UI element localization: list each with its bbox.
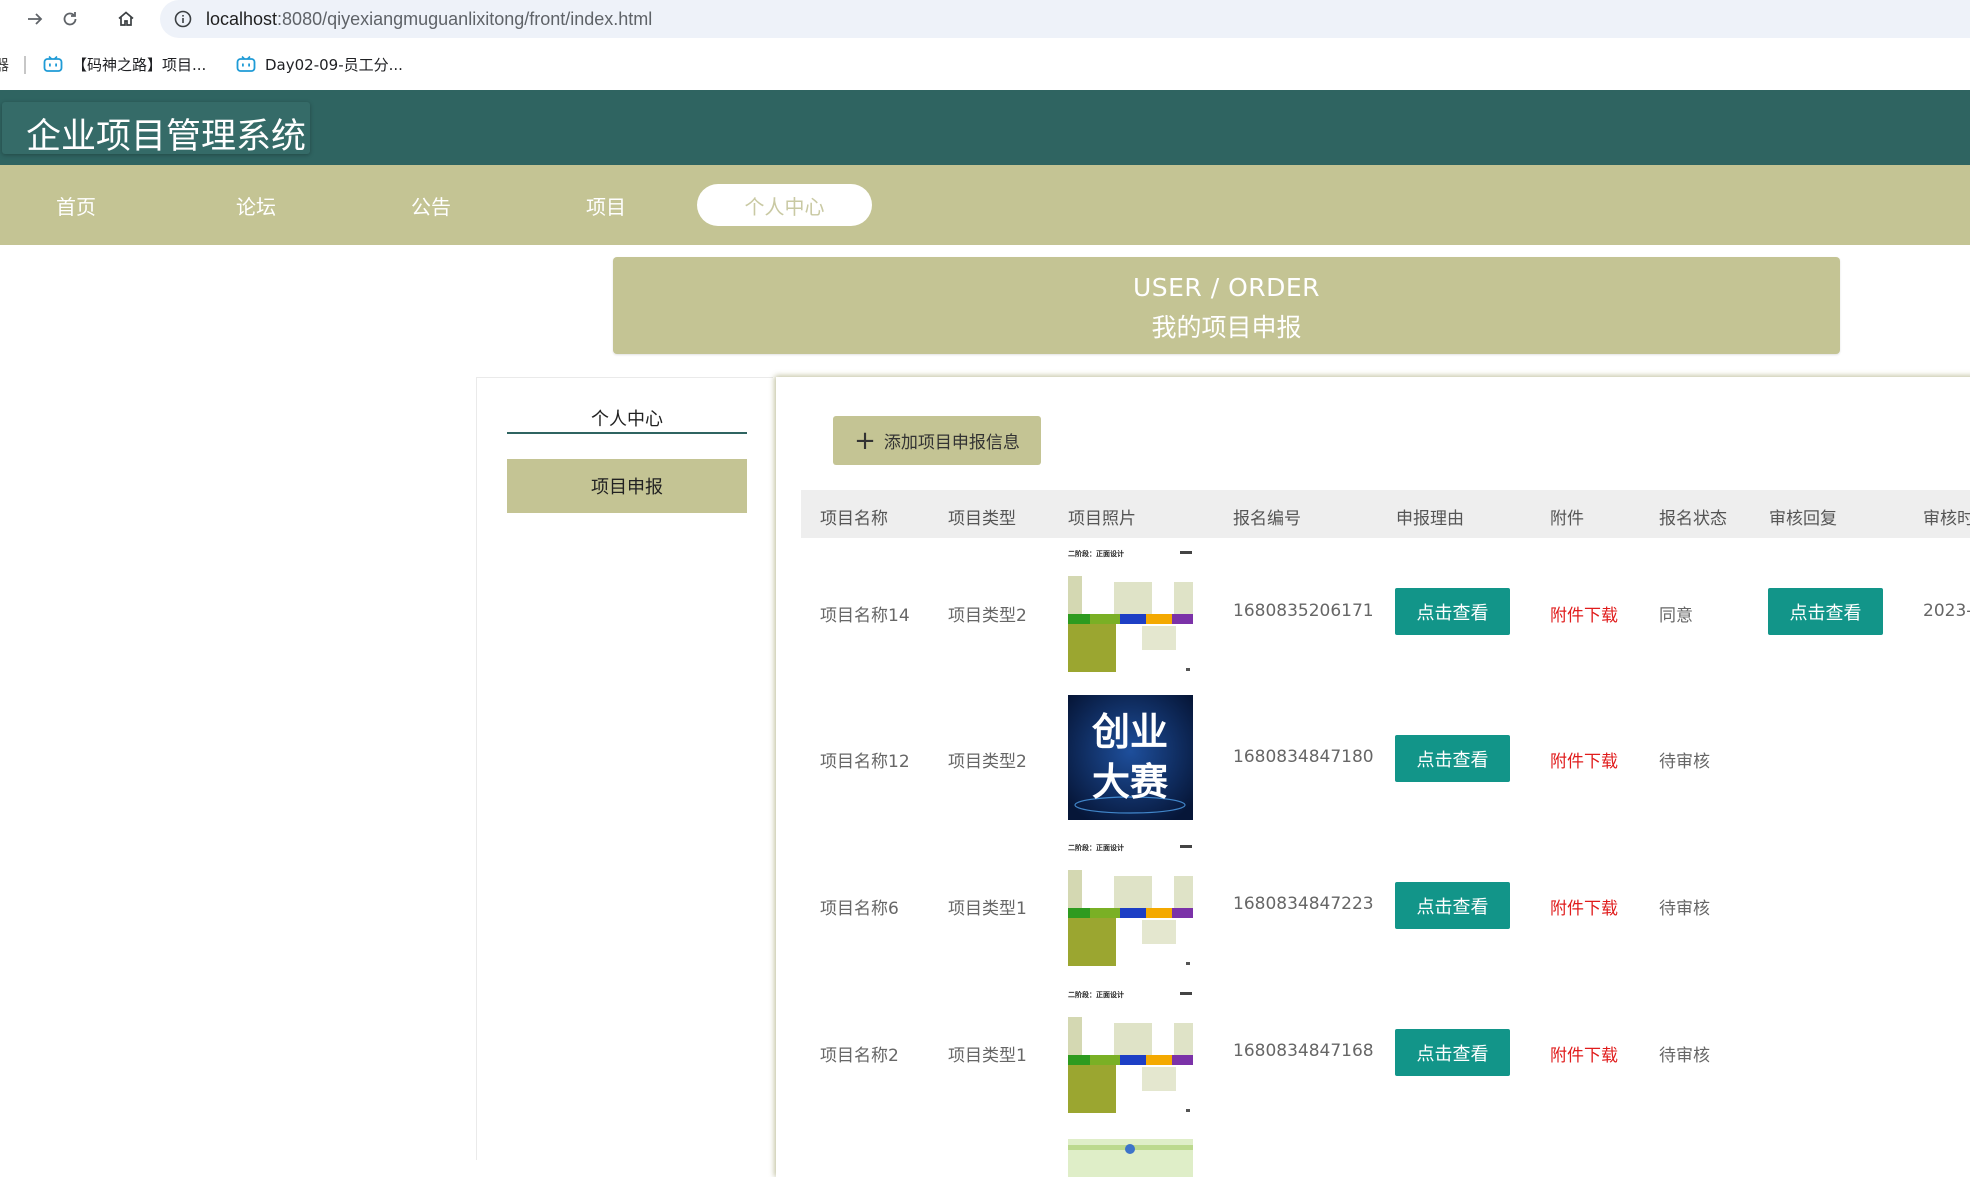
home-button[interactable] — [113, 6, 139, 32]
view-reply-button[interactable]: 点击查看 — [1768, 588, 1883, 635]
table-row: 项目名称14 项目类型2 二阶段：正面设计 1680835206171 点击查看… — [801, 538, 1970, 685]
side-item-project-apply[interactable]: 项目申报 — [507, 459, 747, 513]
project-photo-partial[interactable] — [1068, 1139, 1193, 1177]
arrow-right-icon — [28, 13, 43, 25]
poster-text-line1: 创业 — [1092, 710, 1168, 754]
cell-name: 项目名称2 — [820, 1046, 899, 1066]
content-panel: + 添加项目申报信息 项目名称 项目类型 项目照片 报名编号 申报理由 附件 报… — [776, 377, 1970, 1177]
view-reason-button[interactable]: 点击查看 — [1395, 735, 1510, 782]
table-row: 项目名称2 项目类型1 二阶段：正面设计 1680834847168 点击查看 … — [801, 979, 1970, 1126]
bilibili-icon — [43, 55, 63, 72]
view-reason-button[interactable]: 点击查看 — [1395, 882, 1510, 929]
side-menu: 个人中心 项目申报 — [476, 377, 773, 1160]
bookmark-label: Day02-09-员工分... — [265, 55, 403, 74]
reload-icon — [63, 12, 77, 26]
photo-caption: 二阶段：正面设计 — [1068, 990, 1124, 999]
reload-button[interactable] — [57, 6, 83, 32]
cell-type: 项目类型2 — [948, 606, 1027, 626]
poster-text-line2: 大赛 — [1092, 760, 1169, 804]
attachment-download-link[interactable]: 附件下载 — [1550, 894, 1618, 919]
apps-shortcut[interactable]: 器 — [0, 54, 9, 75]
bookmark-label: 【码神之路】项目... — [72, 55, 207, 74]
photo-caption: 二阶段：正面设计 — [1068, 843, 1124, 852]
cell-status: 待审核 — [1659, 899, 1710, 919]
site-logo-box[interactable]: 企业项目管理系统 — [2, 102, 310, 157]
project-photo-poster[interactable]: 创业 大赛 — [1068, 695, 1193, 820]
cell-review-time: 2023-0 — [1923, 601, 1970, 621]
side-item-user-center[interactable]: 个人中心 — [507, 403, 747, 434]
col-header: 附件 — [1550, 509, 1584, 529]
attachment-download-link[interactable]: 附件下载 — [1550, 1041, 1618, 1066]
view-reason-button[interactable]: 点击查看 — [1395, 588, 1510, 635]
col-header: 报名状态 — [1659, 509, 1727, 529]
bookmarks-bar: 器 【码神之路】项目... Day02-09-员工分... — [0, 46, 1970, 82]
project-photo-flowchart[interactable]: 二阶段：正面设计 — [1068, 548, 1193, 673]
page-title: 我的项目申报 — [1151, 313, 1302, 342]
url-path: :8080/qiyexiangmuguanlixitong/front/inde… — [277, 8, 653, 29]
col-header: 审核时 — [1923, 509, 1970, 529]
cell-code: 1680834847168 — [1233, 1041, 1374, 1061]
nav-project[interactable]: 项目 — [586, 191, 626, 220]
view-reason-button[interactable]: 点击查看 — [1395, 1029, 1510, 1076]
table-row: 项目名称12 项目类型2 创业 大赛 1680834847180 点击查看 附件… — [801, 685, 1970, 832]
forward-button[interactable] — [22, 6, 48, 32]
bookmark-item[interactable]: Day02-09-员工分... — [236, 52, 403, 76]
nav-home[interactable]: 首页 — [56, 191, 96, 220]
cell-status: 同意 — [1659, 606, 1693, 626]
nav-forum[interactable]: 论坛 — [236, 191, 276, 220]
add-apply-label: 添加项目申报信息 — [883, 433, 1020, 453]
cell-type: 项目类型1 — [948, 1046, 1027, 1066]
url-host: localhost — [206, 8, 278, 29]
nav-notice[interactable]: 公告 — [411, 191, 451, 220]
banner-subtitle: USER / ORDER — [1132, 273, 1321, 302]
cell-code: 1680835206171 — [1233, 601, 1374, 621]
col-header: 申报理由 — [1396, 509, 1464, 529]
page-banner: USER / ORDER 我的项目申报 — [613, 257, 1840, 354]
cell-type: 项目类型1 — [948, 899, 1027, 919]
cell-status: 待审核 — [1659, 1046, 1710, 1066]
cell-name: 项目名称14 — [820, 606, 910, 626]
col-header: 项目照片 — [1068, 509, 1136, 529]
bilibili-icon — [236, 55, 256, 72]
nav-user-center[interactable]: 个人中心 — [697, 184, 872, 226]
url-field[interactable]: localhost:8080/qiyexiangmuguanlixitong/f… — [160, 0, 1970, 38]
col-header: 报名编号 — [1233, 509, 1301, 529]
photo-caption: 二阶段：正面设计 — [1068, 549, 1124, 558]
site-header: 企业项目管理系统 — [0, 90, 1970, 165]
cell-code: 1680834847223 — [1233, 894, 1374, 914]
main-nav: 首页 论坛 公告 项目 个人中心 — [0, 165, 1970, 245]
attachment-download-link[interactable]: 附件下载 — [1550, 601, 1618, 626]
site-title: 企业项目管理系统 — [26, 117, 307, 157]
cell-status: 待审核 — [1659, 752, 1710, 772]
project-photo-flowchart[interactable]: 二阶段：正面设计 — [1068, 842, 1193, 967]
project-photo-flowchart[interactable]: 二阶段：正面设计 — [1068, 989, 1193, 1114]
cell-code: 1680834847180 — [1233, 747, 1374, 767]
bookmark-divider — [24, 56, 26, 74]
site-info-icon[interactable] — [172, 8, 194, 30]
bookmark-item[interactable]: 【码神之路】项目... — [43, 52, 206, 76]
browser-address-bar: localhost:8080/qiyexiangmuguanlixitong/f… — [0, 0, 1970, 38]
cell-type: 项目类型2 — [948, 752, 1027, 772]
plus-icon: + — [854, 425, 876, 456]
cell-name: 项目名称6 — [820, 899, 899, 919]
table-header: 项目名称 项目类型 项目照片 报名编号 申报理由 附件 报名状态 审核回复 审核… — [801, 490, 1970, 538]
home-icon — [118, 11, 134, 26]
add-apply-button[interactable]: + 添加项目申报信息 — [833, 416, 1041, 465]
url-text: localhost:8080/qiyexiangmuguanlixitong/f… — [206, 9, 652, 30]
col-header: 项目类型 — [948, 509, 1016, 529]
table-row: 项目名称6 项目类型1 二阶段：正面设计 1680834847223 点击查看 … — [801, 832, 1970, 979]
col-header: 项目名称 — [820, 509, 888, 529]
attachment-download-link[interactable]: 附件下载 — [1550, 747, 1618, 772]
cell-name: 项目名称12 — [820, 752, 910, 772]
col-header: 审核回复 — [1769, 509, 1837, 529]
